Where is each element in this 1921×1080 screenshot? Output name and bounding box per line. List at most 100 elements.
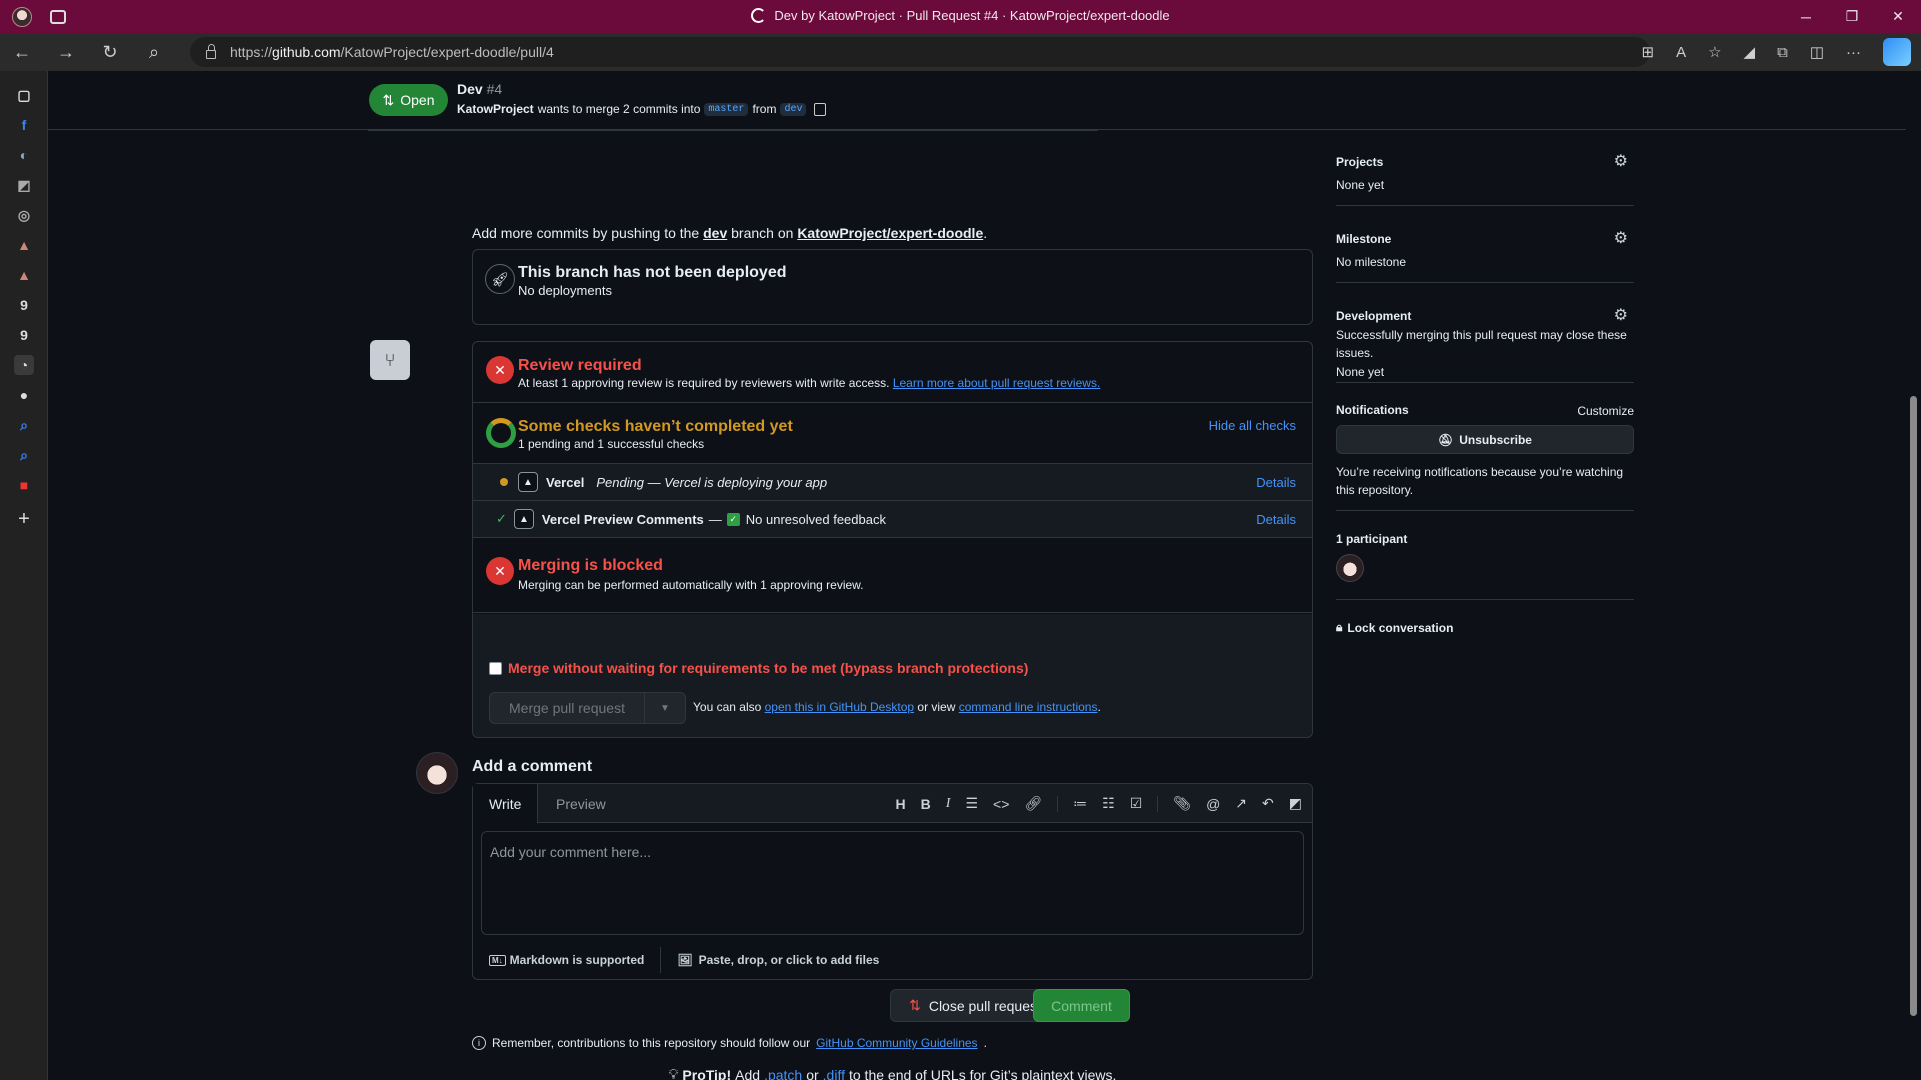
read-aloud-icon[interactable]: A [1676,44,1686,61]
browser-sidebar: ▢ f ◐ ◩ ◎ ▲ ▲ 9 9 ◔ ● ⌕ ⌕ ■ + [0,71,48,1080]
gear-icon[interactable]: ⚙ [1614,151,1628,171]
reference-icon[interactable]: ↗ [1235,795,1247,812]
address-bar-row: ← → ↻ ⌕ https://github.com/KatowProject/… [0,33,1921,71]
review-learn-link[interactable]: Learn more about pull request reviews. [893,376,1100,390]
base-branch[interactable]: master [704,102,749,116]
restore-button[interactable]: ❐ [1829,0,1875,33]
search-icon[interactable]: ⌕ [14,415,34,435]
patch-link[interactable]: .patch [764,1067,802,1080]
app-icon[interactable]: 9 [14,325,34,345]
customize-link[interactable]: Customize [1577,402,1634,420]
code-icon[interactable]: <> [993,796,1009,812]
back-button[interactable]: ← [0,33,44,71]
search-icon[interactable]: ⌕ [132,33,176,71]
close-window-button[interactable]: ✕ [1875,0,1921,33]
copy-icon[interactable] [814,102,827,116]
merge-dropdown-button[interactable]: ▼ [645,693,685,723]
hint-suffix: . [983,225,988,241]
avatar[interactable] [1336,554,1364,582]
markdown-note[interactable]: M↓ Markdown is supported [489,953,644,967]
ordered-list-icon[interactable]: ≔ [1073,795,1087,812]
lock-conversation[interactable]: 🔒︎ Lock conversation [1336,620,1453,635]
split-screen-icon[interactable]: ◫ [1810,43,1824,61]
task-list-icon[interactable]: ☑ [1130,795,1143,812]
diff-link[interactable]: .diff [823,1067,845,1080]
markdown-icon: M↓ [489,954,506,966]
blocked-title: Merging is blocked [518,557,663,574]
milestone-label[interactable]: Milestone [1336,232,1391,246]
attach-files[interactable]: 🖼︎ Paste, drop, or click to add files [677,953,879,967]
forward-button[interactable]: → [44,33,88,71]
bold-icon[interactable]: B [921,796,931,812]
check-details-link[interactable]: Details [1256,475,1296,490]
comment-button[interactable]: Comment [1033,989,1130,1022]
development-label[interactable]: Development [1336,309,1411,323]
pr-author[interactable]: KatowProject [457,102,534,116]
review-text-body: At least 1 approving review is required … [518,376,890,390]
gear-icon[interactable]: ⚙ [1614,228,1628,248]
vertical-tabs-icon[interactable]: ▢ [14,85,34,105]
app-icon[interactable]: ■ [14,475,34,495]
pr-subtitle: KatowProject wants to merge 2 commits in… [457,102,827,116]
hint-branch[interactable]: dev [703,225,727,241]
github-app-icon[interactable]: ◔ [14,355,34,375]
app-icon[interactable]: ▲ [14,265,34,285]
attach-icon[interactable]: 📎︎ [1173,795,1191,812]
scrollbar-thumb[interactable] [1910,396,1917,1016]
minimize-button[interactable]: ─ [1783,0,1829,33]
unsubscribe-button[interactable]: 🔕︎ Unsubscribe [1336,425,1634,454]
facebook-icon[interactable]: f [14,115,34,135]
projects-label[interactable]: Projects [1336,155,1383,169]
favorite-star-icon[interactable]: ☆ [1708,43,1721,61]
hint-repo-link[interactable]: KatowProject/expert-doodle [797,225,983,241]
alt-suffix: . [1097,700,1101,714]
hide-checks-link[interactable]: Hide all checks [1209,418,1296,433]
check-row: ▲ Vercel Pending — Vercel is deploying y… [473,464,1312,501]
heading-icon[interactable]: H [896,796,906,812]
hint-prefix: Add more commits by pushing to the [472,225,700,241]
check-status: No unresolved feedback [745,511,886,527]
avatar[interactable] [416,752,458,794]
quote-icon[interactable]: ☰ [965,795,978,812]
head-branch[interactable]: dev [780,102,807,116]
app-available-icon[interactable]: ⊞ [1642,43,1655,61]
bypass-checkbox[interactable] [489,661,502,675]
refresh-button[interactable]: ↻ [88,33,132,71]
url-field[interactable]: https://github.com/KatowProject/expert-d… [190,37,1650,67]
extension-icon[interactable]: ◢ [1744,43,1756,61]
check-details-link[interactable]: Details [1256,512,1296,527]
app-icon[interactable]: ◎ [14,205,34,225]
milestone-value: No milestone [1336,255,1407,269]
bypass-option[interactable]: Merge without waiting for requirements t… [489,660,1028,676]
tab-write[interactable]: Write [473,784,539,824]
app-icon[interactable]: 9 [14,295,34,315]
more-menu-icon[interactable]: ··· [1846,44,1861,61]
app-icon[interactable]: ▲ [14,235,34,255]
search-icon[interactable]: ⌕ [14,445,34,465]
review-text: At least 1 approving review is required … [518,376,1100,390]
pr-number: #4 [486,81,503,97]
add-icon[interactable]: + [14,508,34,530]
github-icon[interactable]: ● [14,385,34,405]
extensions-puzzle-icon[interactable]: ⧉ [1777,44,1788,61]
app-icon[interactable]: ◐ [14,145,34,165]
command-line-link[interactable]: command line instructions [959,700,1098,714]
app-icon[interactable]: ◩ [14,175,34,195]
merge-pull-request-button[interactable]: Merge pull request [490,693,645,723]
protip-label: ProTip! [682,1066,732,1080]
unordered-list-icon[interactable]: ☷ [1102,795,1115,812]
slash-command-icon[interactable]: ◩ [1289,795,1302,812]
github-desktop-link[interactable]: open this in GitHub Desktop [765,700,914,714]
guidelines-note: i Remember, contributions to this reposi… [472,1036,987,1050]
copilot-icon[interactable] [1883,38,1911,66]
community-guidelines-link[interactable]: GitHub Community Guidelines [816,1036,977,1050]
review-title: Review required [518,357,642,374]
gear-icon[interactable]: ⚙ [1614,305,1628,325]
comment-input[interactable]: Add your comment here... [481,831,1304,935]
reply-icon[interactable]: ↶ [1262,795,1274,812]
mention-icon[interactable]: @ [1206,796,1220,812]
page-scrollbar[interactable] [1906,71,1921,1080]
link-icon[interactable]: 🔗︎ [1024,795,1042,812]
italic-icon[interactable]: I [946,796,951,812]
tab-preview[interactable]: Preview [540,784,622,824]
